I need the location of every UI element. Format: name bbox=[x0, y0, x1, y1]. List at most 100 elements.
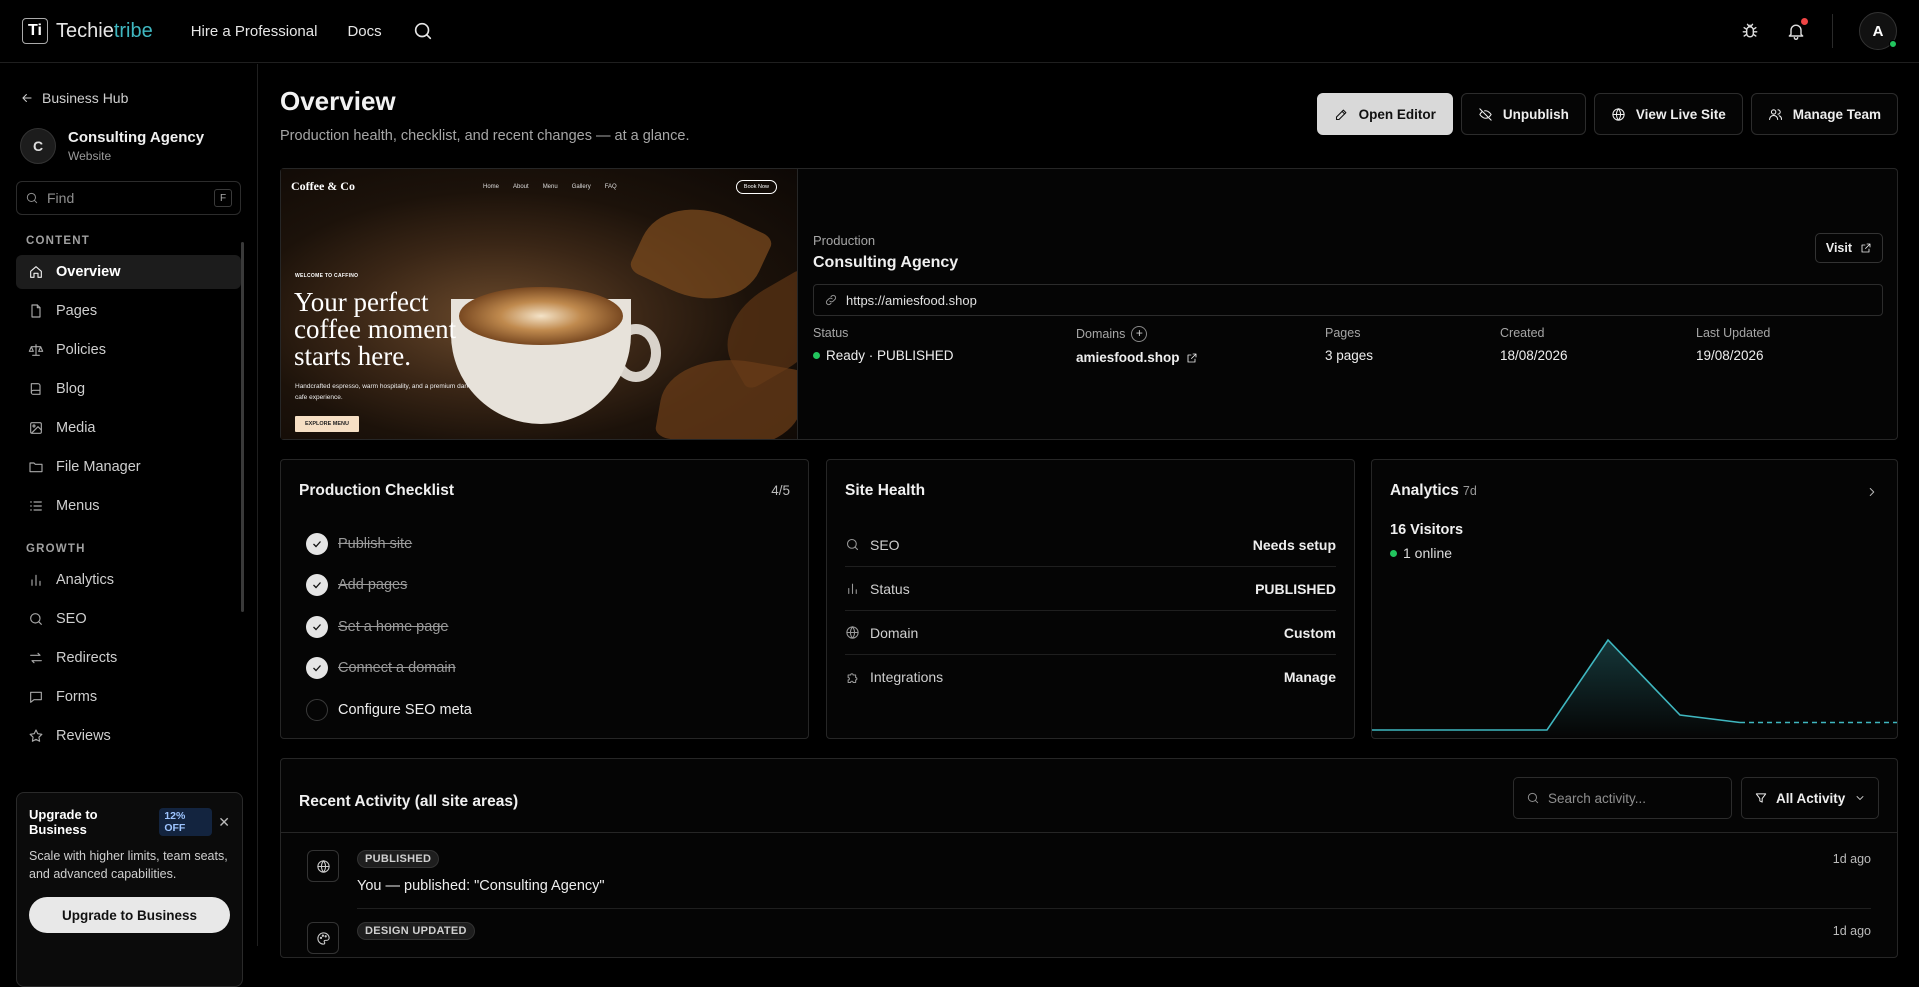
find-input[interactable]: Find F bbox=[16, 181, 241, 215]
preview-description: Handcrafted espresso, warm hospitality, … bbox=[295, 383, 470, 401]
manage-team-label: Manage Team bbox=[1792, 106, 1881, 122]
unpublish-button[interactable]: Unpublish bbox=[1460, 93, 1586, 135]
online-dot bbox=[1390, 549, 1397, 557]
checklist-item[interactable]: Add pages bbox=[306, 565, 472, 607]
promo-text: Scale with higher limits, team seats, an… bbox=[29, 849, 228, 881]
back-to-business-hub[interactable]: Business Hub bbox=[16, 90, 241, 106]
online-indicator bbox=[1889, 40, 1897, 48]
checklist-item[interactable]: Configure SEO meta bbox=[306, 689, 472, 731]
list-icon bbox=[30, 501, 42, 511]
sidebar: Business Hub C Consulting Agency Website… bbox=[0, 64, 258, 987]
sidebar-item-label: Analytics bbox=[56, 572, 115, 588]
nav-hire-professional[interactable]: Hire a Professional bbox=[191, 23, 318, 40]
analytics-card[interactable]: Analytics 7d 16 Visitors 1 online bbox=[1371, 459, 1898, 739]
activity-filter-dropdown[interactable]: All Activity bbox=[1741, 777, 1879, 819]
stat-label: Domains + bbox=[1076, 326, 1198, 342]
stat-value[interactable]: amiesfood.shop bbox=[1076, 350, 1198, 365]
manage-team-button[interactable]: Manage Team bbox=[1750, 93, 1898, 135]
header-actions: Open Editor Unpublish View Live Site Man… bbox=[1316, 93, 1898, 135]
sidebar-item-redirects[interactable]: Redirects bbox=[16, 641, 241, 675]
sidebar-item-reviews[interactable]: Reviews bbox=[16, 719, 241, 753]
notification-dot bbox=[1801, 18, 1808, 25]
sidebar-item-blog[interactable]: Blog bbox=[16, 372, 241, 406]
checklist-item[interactable]: Set a home page bbox=[306, 606, 472, 648]
notifications-button[interactable] bbox=[1786, 18, 1808, 41]
visit-button[interactable]: Visit bbox=[1814, 233, 1883, 263]
arrow-left-icon bbox=[22, 94, 32, 102]
sidebar-item-seo[interactable]: SEO bbox=[16, 602, 241, 636]
activity-text: You — published: "Consulting Agency" bbox=[357, 878, 605, 894]
globe-icon bbox=[1612, 107, 1625, 121]
palette-icon bbox=[316, 931, 330, 945]
production-stats: Status Ready · PUBLISHED Domains + amiesf… bbox=[813, 326, 1883, 370]
sidebar-item-label: Pages bbox=[56, 303, 98, 319]
checklist-count: 4/5 bbox=[771, 483, 790, 498]
activity-search-input[interactable]: Search activity... bbox=[1513, 777, 1732, 819]
close-icon[interactable]: ✕ bbox=[218, 814, 230, 831]
health-label: Integrations bbox=[870, 669, 944, 685]
checklist-item[interactable]: Connect a domain bbox=[306, 648, 472, 690]
site-switcher[interactable]: C Consulting Agency Website bbox=[16, 128, 241, 164]
search-icon[interactable] bbox=[412, 20, 434, 42]
activity-item[interactable]: DESIGN UPDATED 1d ago bbox=[307, 906, 1871, 974]
link-icon bbox=[825, 294, 837, 306]
sidebar-scrollbar[interactable] bbox=[241, 242, 244, 612]
users-icon bbox=[1768, 108, 1782, 120]
arrows-icon bbox=[30, 652, 42, 664]
site-name: Consulting Agency bbox=[68, 129, 205, 146]
sidebar-item-forms[interactable]: Forms bbox=[16, 680, 241, 714]
bar-chart-icon bbox=[848, 583, 857, 595]
stat-label: Status bbox=[813, 326, 849, 340]
health-row-status[interactable]: Status PUBLISHED bbox=[845, 567, 1336, 611]
checklist-item[interactable]: Publish site bbox=[306, 523, 472, 565]
external-link-icon bbox=[1861, 243, 1871, 253]
sidebar-item-label: File Manager bbox=[56, 459, 141, 475]
logo-text: Techietribe bbox=[56, 20, 153, 43]
view-live-site-button[interactable]: View Live Site bbox=[1593, 93, 1743, 135]
stat-value: 3 pages bbox=[1325, 348, 1374, 363]
activity-item[interactable]: PUBLISHED You — published: "Consulting A… bbox=[307, 834, 1871, 909]
check-icon bbox=[306, 532, 328, 555]
upgrade-button[interactable]: Upgrade to Business bbox=[29, 897, 230, 933]
find-shortcut-key: F bbox=[214, 189, 232, 207]
preview-link: FAQ bbox=[604, 183, 617, 190]
nav-docs[interactable]: Docs bbox=[347, 23, 381, 40]
production-card: Coffee & Co Home About Menu Gallery FAQ … bbox=[280, 168, 1898, 440]
sidebar-item-policies[interactable]: Policies bbox=[16, 333, 241, 367]
health-row-integrations[interactable]: Integrations Manage bbox=[845, 655, 1336, 699]
site-url-field[interactable]: https://amiesfood.shop bbox=[813, 284, 1883, 316]
search-icon bbox=[30, 613, 42, 625]
status-dot bbox=[813, 352, 820, 359]
sidebar-item-pages[interactable]: Pages bbox=[16, 294, 241, 328]
upgrade-promo: Upgrade to Business 12% OFF ✕ Scale with… bbox=[16, 792, 243, 987]
logo-mark: Ti bbox=[22, 18, 48, 44]
back-label: Business Hub bbox=[42, 90, 129, 106]
check-icon bbox=[306, 657, 328, 680]
analytics-title-text: Analytics bbox=[1390, 482, 1459, 499]
add-domain-button[interactable]: + bbox=[1131, 326, 1148, 342]
sidebar-item-file-manager[interactable]: File Manager bbox=[16, 450, 241, 484]
preview-link: Home bbox=[482, 183, 499, 190]
bug-icon[interactable] bbox=[1740, 21, 1760, 41]
preview-nav: Coffee & Co Home About Menu Gallery FAQ … bbox=[291, 179, 777, 194]
sidebar-item-media[interactable]: Media bbox=[16, 411, 241, 445]
sidebar-item-overview[interactable]: Overview bbox=[16, 255, 241, 289]
promo-title: Upgrade to Business bbox=[29, 807, 98, 837]
sidebar-item-analytics[interactable]: Analytics bbox=[16, 563, 241, 597]
chevron-right-icon[interactable] bbox=[1865, 485, 1879, 499]
site-preview-thumbnail[interactable]: Coffee & Co Home About Menu Gallery FAQ … bbox=[281, 169, 798, 439]
sidebar-item-label: Media bbox=[56, 420, 96, 436]
health-row-seo[interactable]: SEO Needs setup bbox=[845, 523, 1336, 567]
chevron-down-icon bbox=[1856, 796, 1864, 800]
logo[interactable]: Ti Techietribe bbox=[22, 18, 153, 44]
health-row-domain[interactable]: Domain Custom bbox=[845, 611, 1336, 655]
scale-icon bbox=[28, 344, 44, 356]
sidebar-item-label: Reviews bbox=[56, 728, 111, 744]
health-value: PUBLISHED bbox=[1255, 580, 1336, 597]
preview-brand: Coffee & Co bbox=[291, 179, 355, 193]
user-avatar[interactable]: A bbox=[1859, 12, 1897, 50]
stat-domains: Domains + amiesfood.shop bbox=[1076, 326, 1198, 365]
sidebar-item-menus[interactable]: Menus bbox=[16, 489, 241, 523]
open-editor-button[interactable]: Open Editor bbox=[1316, 93, 1453, 135]
production-site-name: Consulting Agency bbox=[813, 254, 959, 271]
